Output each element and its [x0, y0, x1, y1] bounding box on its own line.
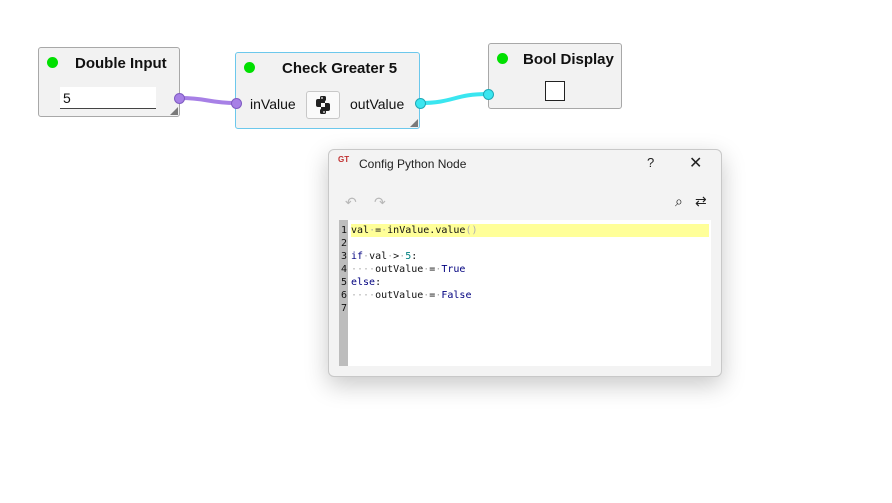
status-indicator	[47, 57, 58, 68]
code-line[interactable]	[351, 302, 709, 315]
status-indicator	[244, 62, 255, 73]
status-indicator	[497, 53, 508, 64]
code-token: if	[351, 251, 364, 262]
input-port[interactable]	[231, 98, 242, 109]
line-number: 5	[341, 277, 348, 288]
line-number: 1	[341, 225, 348, 236]
code-token: outValue	[375, 264, 424, 275]
code-token: outValue	[375, 290, 424, 301]
connection-check-to-bool[interactable]	[419, 92, 489, 105]
code-token: ()	[465, 225, 478, 236]
check-greater-node[interactable]: Check Greater 5 inValue outValue	[231, 52, 426, 129]
help-button[interactable]: ?	[647, 155, 654, 170]
code-line[interactable]: if·val·>·5:	[351, 250, 709, 263]
code-token: ····	[351, 290, 376, 301]
connection-double-to-check[interactable]	[179, 96, 237, 105]
input-port-label: inValue	[250, 96, 296, 112]
code-token: else	[351, 277, 376, 288]
bool-checkbox[interactable]	[545, 81, 565, 101]
double-input-node[interactable]: Double Input	[38, 47, 185, 117]
double-value-field[interactable]	[60, 87, 156, 109]
bool-display-node[interactable]: Bool Display	[483, 43, 622, 109]
code-line[interactable]: val·=·inValue.value()	[351, 224, 709, 237]
code-token: :	[375, 277, 382, 288]
output-port[interactable]	[415, 98, 426, 109]
code-token: ····	[351, 264, 376, 275]
dialog-title: Config Python Node	[359, 157, 467, 171]
code-token: inValue.value	[387, 225, 466, 236]
code-token: val	[351, 225, 370, 236]
python-icon	[316, 96, 330, 114]
node-title: Bool Display	[523, 51, 614, 68]
code-line[interactable]: else:	[351, 276, 709, 289]
input-port[interactable]	[483, 89, 494, 100]
resize-grip-icon[interactable]	[410, 119, 418, 127]
output-port[interactable]	[174, 93, 185, 104]
node-title: Double Input	[75, 55, 167, 72]
code-token: True	[441, 264, 466, 275]
search-icon[interactable]: ⌕	[675, 193, 683, 210]
code-line[interactable]: ····outValue·=·True	[351, 263, 709, 276]
undo-icon[interactable]: ↶	[345, 194, 357, 211]
line-number: 7	[341, 303, 348, 314]
line-number: 2	[341, 238, 348, 249]
code-line[interactable]	[351, 237, 709, 250]
code-token: val	[369, 251, 388, 262]
python-config-button[interactable]	[306, 91, 340, 119]
code-line[interactable]: ····outValue·=·False	[351, 289, 709, 302]
close-button[interactable]: ✕	[689, 153, 702, 173]
line-numbers: 1 2 3 4 5 6 7	[341, 224, 347, 315]
code-token: :	[411, 251, 418, 262]
line-number: 4	[341, 264, 348, 275]
code-editor[interactable]: 1 2 3 4 5 6 7 val·=·inValue.value() if·val·>·5:…	[339, 220, 711, 366]
app-icon: GT	[338, 155, 350, 164]
line-number: 6	[341, 290, 348, 301]
replace-icon[interactable]: ⇄	[695, 193, 707, 210]
resize-grip-icon[interactable]	[170, 107, 178, 115]
config-python-dialog: GT Config Python Node ? ✕ ↶ ↷ ⌕ ⇄ 1 2 3 4 5 6…	[328, 149, 722, 377]
line-number: 3	[341, 251, 348, 262]
code-token: False	[441, 290, 472, 301]
redo-icon[interactable]: ↷	[374, 194, 386, 211]
output-port-label: outValue	[350, 96, 405, 112]
code-content[interactable]: val·=·inValue.value() if·val·>·5: ····outV…	[351, 224, 709, 315]
node-title: Check Greater 5	[282, 60, 398, 77]
